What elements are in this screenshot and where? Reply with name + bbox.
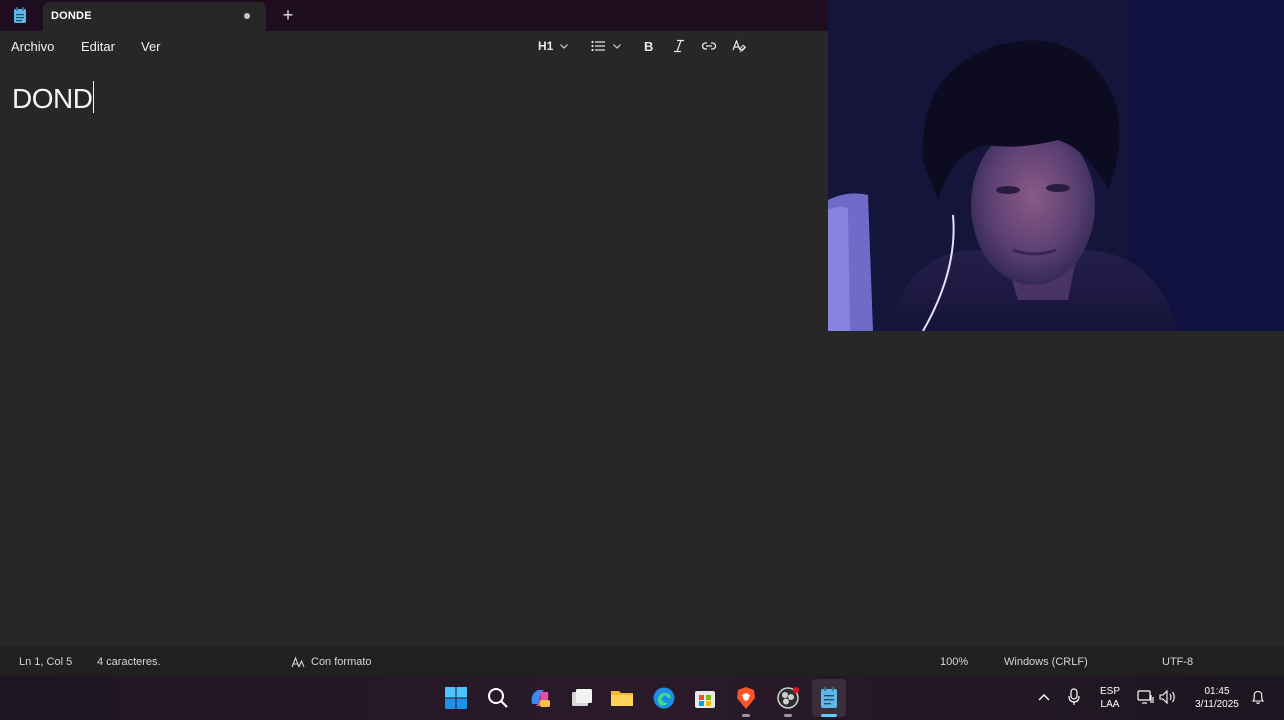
clock[interactable]: 01:45 3/11/2025 bbox=[1187, 685, 1247, 711]
clear-format-button[interactable] bbox=[731, 37, 747, 55]
format-toggle[interactable]: Con formato bbox=[291, 656, 372, 668]
menu-editar[interactable]: Editar bbox=[81, 39, 115, 54]
character-count: 4 caracteres. bbox=[97, 656, 161, 668]
italic-button[interactable] bbox=[672, 37, 686, 55]
document-text: DOND bbox=[12, 83, 93, 114]
notepad-active-indicator bbox=[821, 714, 837, 717]
clear-format-icon bbox=[732, 39, 747, 53]
chevron-up-icon[interactable] bbox=[1037, 692, 1051, 704]
language-indicator[interactable]: ESP LAA bbox=[1097, 685, 1123, 711]
notepad-icon[interactable] bbox=[817, 686, 841, 710]
bold-icon: B bbox=[644, 39, 653, 53]
editor-area[interactable]: DOND bbox=[0, 61, 828, 646]
heading-label: H1 bbox=[538, 39, 554, 53]
search-icon[interactable] bbox=[486, 686, 510, 710]
language-code: ESP bbox=[1099, 686, 1120, 697]
title-bar: DONDE + bbox=[0, 0, 828, 31]
windows-start-icon[interactable] bbox=[444, 686, 468, 710]
webcam-person-image bbox=[828, 0, 1284, 331]
bold-button[interactable]: B bbox=[642, 37, 656, 55]
notepad-app-icon bbox=[14, 7, 26, 23]
network-icon[interactable] bbox=[1137, 689, 1155, 705]
chevron-down-icon bbox=[560, 44, 569, 49]
list-icon bbox=[591, 40, 605, 52]
format-label: Con formato bbox=[311, 656, 372, 668]
taskbar: ESP LAA 01:45 3/11/2025 bbox=[0, 676, 1284, 720]
microphone-icon[interactable] bbox=[1067, 688, 1081, 706]
notification-bell-icon[interactable] bbox=[1251, 689, 1265, 705]
italic-icon bbox=[674, 39, 684, 53]
document-heading[interactable]: DOND bbox=[12, 81, 95, 115]
encoding[interactable]: UTF-8 bbox=[1162, 656, 1193, 668]
line-ending[interactable]: Windows (CRLF) bbox=[1004, 656, 1088, 668]
menu-ver[interactable]: Ver bbox=[141, 39, 161, 54]
heading-dropdown[interactable]: H1 bbox=[538, 37, 569, 55]
store-icon[interactable] bbox=[693, 686, 717, 710]
obs-icon[interactable] bbox=[776, 686, 800, 710]
copilot-icon[interactable] bbox=[528, 686, 552, 710]
format-icon bbox=[291, 656, 305, 668]
keyboard-layout: LAA bbox=[1100, 699, 1120, 710]
clock-date: 3/11/2025 bbox=[1195, 699, 1239, 710]
task-view-icon[interactable] bbox=[570, 686, 594, 710]
new-tab-button[interactable]: + bbox=[280, 6, 296, 24]
unsaved-dot-icon[interactable] bbox=[244, 13, 250, 19]
brave-running-indicator bbox=[742, 714, 750, 717]
link-button[interactable] bbox=[701, 37, 717, 55]
menu-archivo[interactable]: Archivo bbox=[11, 39, 54, 54]
clock-time: 01:45 bbox=[1204, 686, 1230, 697]
cursor-position[interactable]: Ln 1, Col 5 bbox=[19, 656, 72, 668]
text-caret bbox=[93, 81, 95, 113]
tab-title: DONDE bbox=[51, 10, 92, 22]
brave-icon[interactable] bbox=[734, 686, 758, 710]
zoom-level[interactable]: 100% bbox=[940, 656, 968, 668]
volume-icon[interactable] bbox=[1159, 689, 1177, 705]
link-icon bbox=[701, 42, 717, 50]
chevron-down-icon bbox=[613, 44, 621, 49]
svg-text:B: B bbox=[644, 39, 653, 53]
folder-icon[interactable] bbox=[610, 686, 634, 710]
list-dropdown[interactable] bbox=[591, 37, 622, 55]
webcam-overlay bbox=[828, 0, 1284, 331]
status-bar: Ln 1, Col 5 4 caracteres. Con formato 10… bbox=[0, 646, 1284, 676]
tab-donde[interactable]: DONDE bbox=[43, 2, 266, 31]
menu-bar: Archivo Editar Ver H1 B bbox=[0, 31, 828, 61]
obs-running-indicator bbox=[784, 714, 792, 717]
edge-icon[interactable] bbox=[652, 686, 676, 710]
